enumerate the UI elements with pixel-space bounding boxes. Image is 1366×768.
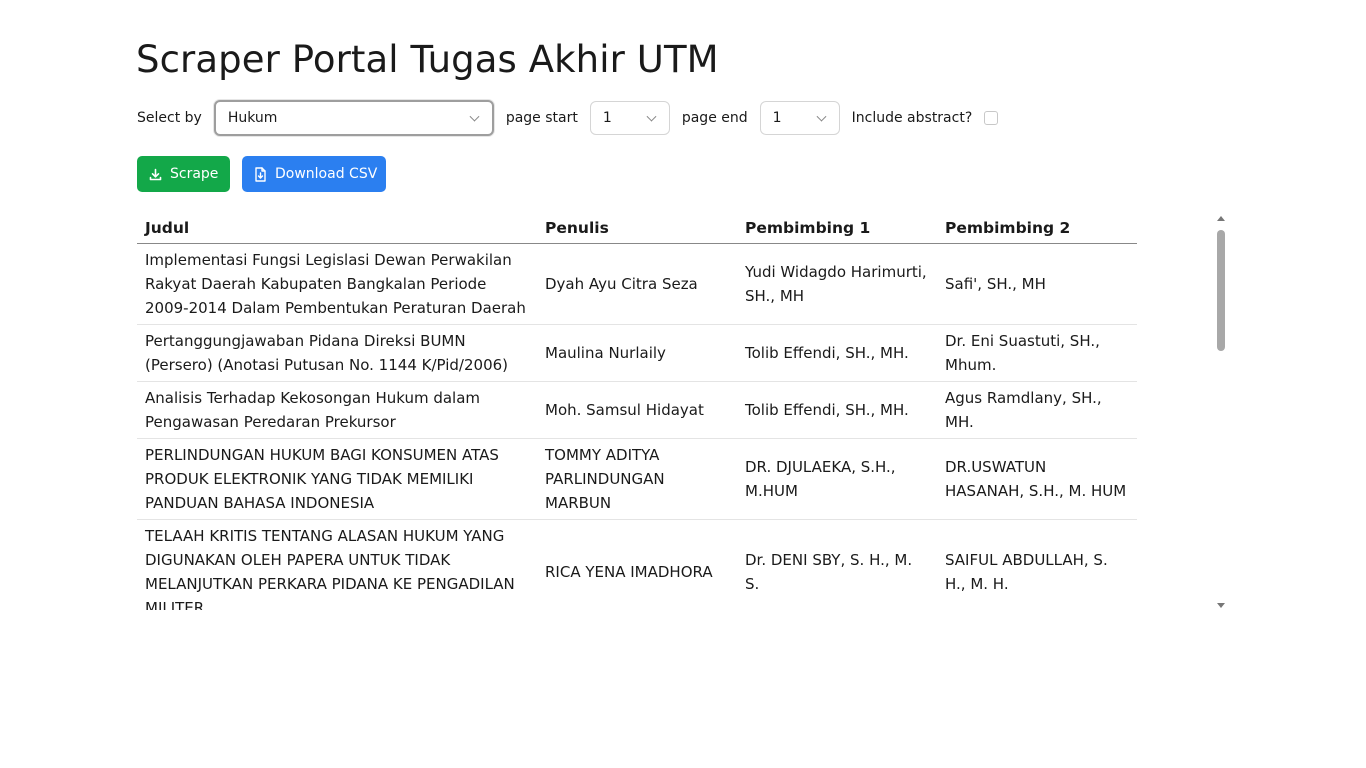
table-cell: Dyah Ayu Citra Seza <box>537 243 737 325</box>
scrape-label: Scrape <box>170 166 219 182</box>
table-cell: Moh. Samsul Hidayat <box>537 381 737 439</box>
table-cell: Maulina Nurlaily <box>537 324 737 382</box>
scroll-down-arrow-icon[interactable] <box>1217 603 1225 608</box>
chevron-down-icon <box>816 111 827 122</box>
chevron-down-icon <box>646 111 657 122</box>
table-cell: Dr. Eni Suastuti, SH., Mhum. <box>937 324 1137 382</box>
column-header-judul[interactable]: Judul <box>137 212 537 244</box>
select-by-value: Hukum <box>227 110 278 126</box>
table-row: Analisis Terhadap Kekosongan Hukum dalam… <box>137 381 1137 439</box>
page-end-dropdown[interactable]: 1 <box>759 101 840 135</box>
table-row: TELAAH KRITIS TENTANG ALASAN HUKUM YANG … <box>137 519 1137 610</box>
table-row: PERLINDUNGAN HUKUM BAGI KONSUMEN ATAS PR… <box>137 438 1137 520</box>
page-title: Scraper Portal Tugas Akhir UTM <box>136 38 719 81</box>
download-csv-label: Download CSV <box>275 166 378 182</box>
page-start-dropdown[interactable]: 1 <box>589 101 670 135</box>
table-cell: TOMMY ADITYA PARLINDUNGAN MARBUN <box>537 438 737 520</box>
table-scrollbar[interactable] <box>1213 214 1229 610</box>
file-download-icon <box>254 166 267 182</box>
table-cell: Implementasi Fungsi Legislasi Dewan Perw… <box>137 243 537 325</box>
table-cell: RICA YENA IMADHORA <box>537 519 737 610</box>
page-start-label: page start <box>505 110 578 126</box>
table-header-row: Judul Penulis Pembimbing 1 Pembimbing 2 <box>137 212 1137 244</box>
page-start-value: 1 <box>602 110 612 126</box>
table-cell: SAIFUL ABDULLAH, S. H., M. H. <box>937 519 1137 610</box>
download-icon <box>149 168 162 181</box>
table-cell: PERLINDUNGAN HUKUM BAGI KONSUMEN ATAS PR… <box>137 438 537 520</box>
app-page: Scraper Portal Tugas Akhir UTM Select by… <box>0 0 1366 768</box>
chevron-down-icon <box>469 111 480 122</box>
table-cell: Analisis Terhadap Kekosongan Hukum dalam… <box>137 381 537 439</box>
table-cell: Tolib Effendi, SH., MH. <box>737 324 937 382</box>
table-row: Implementasi Fungsi Legislasi Dewan Perw… <box>137 243 1137 325</box>
table-cell: DR.USWATUN HASANAH, S.H., M. HUM <box>937 438 1137 520</box>
table-cell: Safi', SH., MH <box>937 243 1137 325</box>
results-table: Judul Penulis Pembimbing 1 Pembimbing 2 … <box>137 212 1137 610</box>
select-by-label: Select by <box>137 110 202 126</box>
column-header-pembimbing-1[interactable]: Pembimbing 1 <box>737 212 937 244</box>
download-csv-button[interactable]: Download CSV <box>242 156 386 192</box>
scrollbar-thumb[interactable] <box>1217 230 1225 351</box>
table-cell: DR. DJULAEKA, S.H., M.HUM <box>737 438 937 520</box>
include-abstract-checkbox[interactable] <box>984 111 999 125</box>
table-cell: Pertanggungjawaban Pidana Direksi BUMN (… <box>137 324 537 382</box>
select-by-dropdown[interactable]: Hukum <box>213 100 494 136</box>
table-cell: Tolib Effendi, SH., MH. <box>737 381 937 439</box>
table-row: Pertanggungjawaban Pidana Direksi BUMN (… <box>137 324 1137 382</box>
table-cell: Agus Ramdlany, SH., MH. <box>937 381 1137 439</box>
table-cell: Dr. DENI SBY, S. H., M. S. <box>737 519 937 610</box>
table-cell: Yudi Widagdo Harimurti, SH., MH <box>737 243 937 325</box>
table-cell: TELAAH KRITIS TENTANG ALASAN HUKUM YANG … <box>137 519 537 610</box>
column-header-pembimbing-2[interactable]: Pembimbing 2 <box>937 212 1137 244</box>
page-end-label: page end <box>681 110 748 126</box>
scroll-up-arrow-icon[interactable] <box>1217 216 1225 221</box>
results-table-container[interactable]: Judul Penulis Pembimbing 1 Pembimbing 2 … <box>137 212 1137 610</box>
controls-bar: Select by Hukum page start 1 page end 1 … <box>137 100 999 136</box>
scrape-button[interactable]: Scrape <box>137 156 230 192</box>
page-end-value: 1 <box>772 110 782 126</box>
column-header-penulis[interactable]: Penulis <box>537 212 737 244</box>
include-abstract-label: Include abstract? <box>851 110 973 126</box>
